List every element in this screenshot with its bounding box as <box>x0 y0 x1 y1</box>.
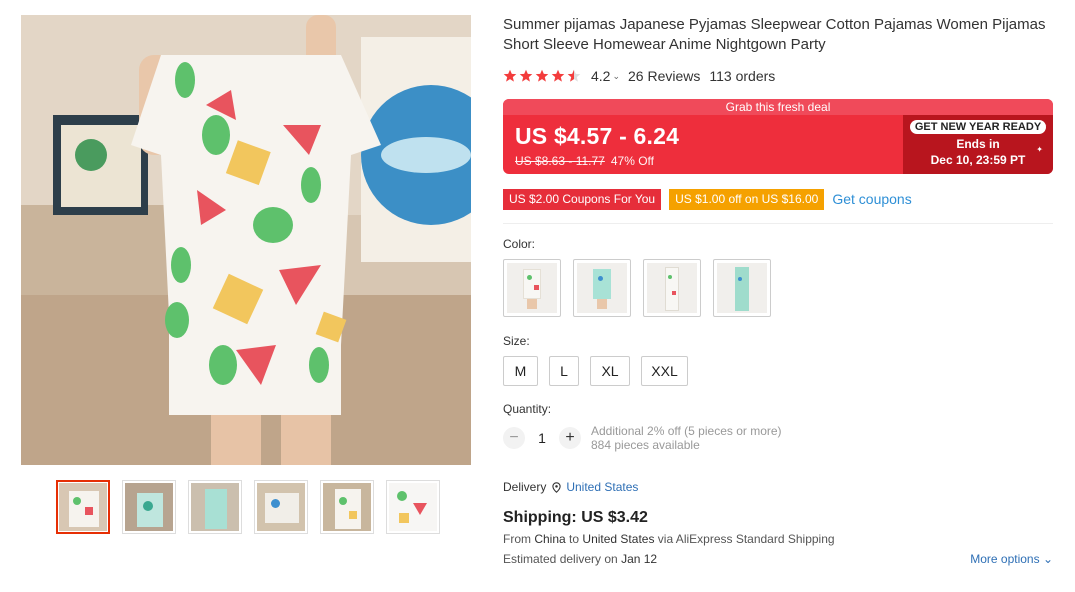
color-label: Color: <box>503 237 536 251</box>
orders-count: 113 orders <box>709 68 776 84</box>
thumbnail-3[interactable] <box>188 480 242 534</box>
quantity-input[interactable]: 1 <box>525 430 559 446</box>
color-option-long-teal[interactable] <box>713 259 771 317</box>
thumbnail-6[interactable] <box>386 480 440 534</box>
quantity-label: Quantity: <box>503 402 552 416</box>
from-label: From <box>503 532 531 546</box>
estimated-delivery: Estimated delivery on Jan 12 <box>503 552 657 566</box>
estimated-label: Estimated delivery on <box>503 552 618 566</box>
pieces-available: 884 pieces available <box>591 438 700 452</box>
to-label: to <box>569 532 580 546</box>
shipping-route: From China to United States via AliExpre… <box>503 532 1053 546</box>
deal-price-box: Grab this fresh deal US $4.57 - 6.24 US … <box>503 99 1053 174</box>
more-options-label[interactable]: More options <box>970 552 1039 566</box>
product-info-panel: Summer pijamas Japanese Pyjamas Sleepwea… <box>503 15 1053 566</box>
size-option-xxl[interactable]: XXL <box>641 356 688 386</box>
price-block: US $4.57 - 6.24 US $8.63 - 11.77 47% Off <box>515 123 679 168</box>
thumbnail-5[interactable] <box>320 480 374 534</box>
color-option-shorts-white[interactable] <box>503 259 561 317</box>
star-rating <box>503 69 581 83</box>
quantity-minus-button[interactable]: − <box>503 427 525 449</box>
star-icon <box>519 69 533 82</box>
current-price: US $4.57 - 6.24 <box>515 123 680 149</box>
more-options-link[interactable]: More options ⌄ <box>970 552 1053 566</box>
quantity-plus-button[interactable]: + <box>559 427 581 449</box>
estimated-date: Jan 12 <box>621 552 658 566</box>
star-icon <box>535 69 549 82</box>
color-swatches <box>503 259 1053 317</box>
chevron-down-icon[interactable]: ⌄ <box>1043 552 1053 566</box>
quantity-stepper: − 1 + Additional 2% off (5 pieces or mor… <box>503 424 1053 452</box>
select-coupon-badge[interactable]: US $1.00 off on US $16.00 <box>669 188 825 210</box>
estimated-delivery-row: Estimated delivery on Jan 12 More option… <box>503 552 1053 566</box>
bulk-discount-note: Additional 2% off (5 pieces or more) <box>591 424 782 438</box>
deal-countdown: GET NEW YEAR READY Ends in Dec 10, 23:59… <box>903 115 1053 174</box>
thumbnail-strip <box>56 480 440 534</box>
star-icon <box>503 69 517 82</box>
quantity-notes: Additional 2% off (5 pieces or more) 884… <box>591 424 782 452</box>
original-price-row: US $8.63 - 11.77 47% Off <box>515 154 679 168</box>
color-option-shorts-teal[interactable] <box>573 259 631 317</box>
get-coupons-link[interactable]: Get coupons <box>832 191 911 207</box>
rating-value[interactable]: 4.2 <box>591 68 610 84</box>
sparkle-icon: ✦ <box>1038 121 1047 132</box>
divider <box>503 223 1053 224</box>
sparkle-icon: ✦ <box>1036 145 1043 154</box>
location-pin-icon <box>552 481 561 493</box>
thumbnail-4[interactable] <box>254 480 308 534</box>
delivery-label: Delivery <box>503 480 547 494</box>
size-option-m[interactable]: M <box>503 356 538 386</box>
product-title: Summer pijamas Japanese Pyjamas Sleepwea… <box>503 16 1046 53</box>
shipping-method: via AliExpress Standard Shipping <box>657 532 835 546</box>
thumbnail-1[interactable] <box>56 480 110 534</box>
color-option-long-white[interactable] <box>643 259 701 317</box>
delivery-row: Delivery United States <box>503 480 1053 494</box>
ship-to-country-link[interactable]: United States <box>566 480 638 494</box>
coupons-row: US $2.00 Coupons For You US $1.00 off on… <box>503 188 1053 210</box>
discount-percent: 47% Off <box>610 154 654 168</box>
thumbnail-2[interactable] <box>122 480 176 534</box>
star-icon <box>551 69 565 82</box>
ends-date: Dec 10, 23:59 PT <box>930 153 1026 167</box>
shipping-cost: Shipping: US $3.42 <box>503 509 648 526</box>
size-option-xl[interactable]: XL <box>590 356 630 386</box>
size-options: M L XL XXL <box>503 356 1053 386</box>
half-star-icon <box>567 69 581 82</box>
ends-in-label: Ends in <box>956 137 1000 151</box>
rating-row: 4.2 ⌄ 26 Reviews 113 orders <box>503 66 1053 86</box>
destination-country: United States <box>582 532 655 546</box>
new-year-badge: GET NEW YEAR READY <box>909 120 1047 134</box>
reviews-link[interactable]: 26 Reviews <box>628 68 700 84</box>
size-option-l[interactable]: L <box>549 356 579 386</box>
original-price: US $8.63 - 11.77 <box>515 154 605 168</box>
size-label: Size: <box>503 334 530 348</box>
origin-country: China <box>534 532 566 546</box>
product-photo <box>21 15 471 465</box>
deal-banner: Grab this fresh deal <box>503 99 1053 115</box>
chevron-down-icon[interactable]: ⌄ <box>612 71 620 82</box>
main-product-image[interactable] <box>21 15 471 465</box>
store-coupon-badge[interactable]: US $2.00 Coupons For You <box>503 188 662 210</box>
